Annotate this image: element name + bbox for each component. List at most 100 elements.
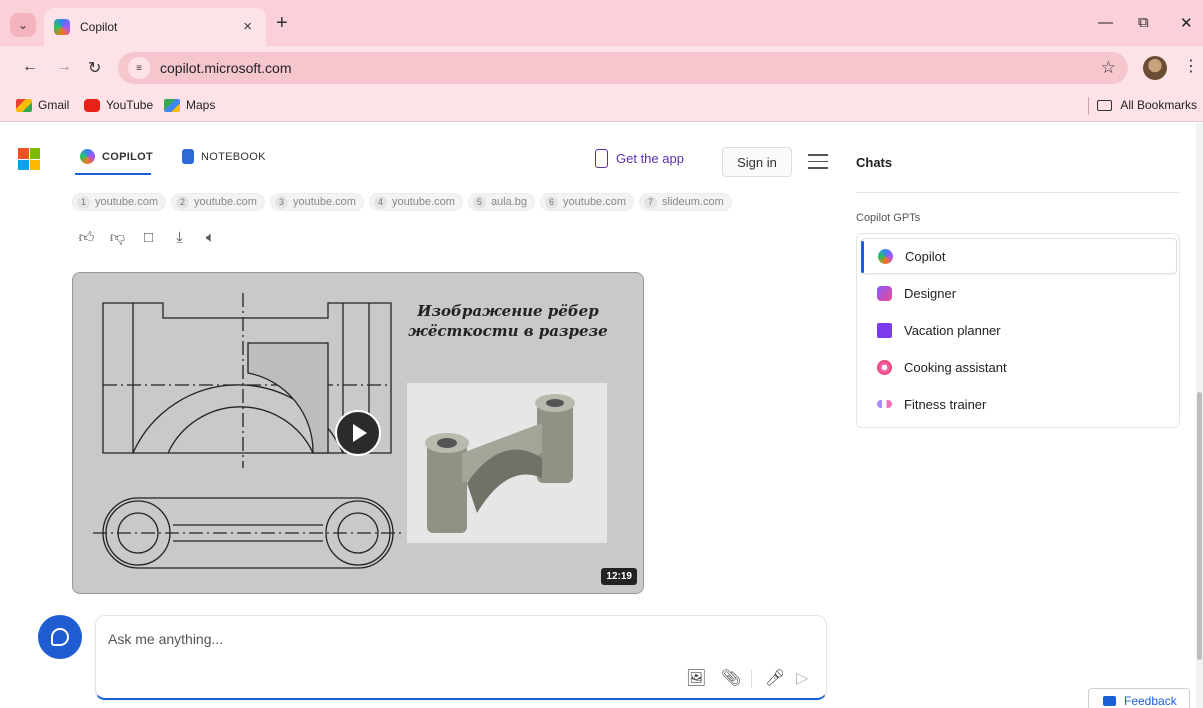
video-thumbnail[interactable]: Изображение рёбер жёсткости в разрезе 12… <box>72 272 644 594</box>
folder-icon <box>1097 99 1113 111</box>
profile-avatar[interactable] <box>1143 56 1167 80</box>
bookmarks-bar: Gmail YouTube Maps All Bookmarks <box>0 90 1203 122</box>
citation-chip[interactable]: 4 youtube.com <box>368 193 463 211</box>
new-tab-button[interactable]: + <box>276 13 288 33</box>
feedback-icon <box>1103 696 1116 706</box>
citation-chip[interactable]: 6 youtube.com <box>540 193 635 211</box>
url-text[interactable]: copilot.microsoft.com <box>160 60 291 76</box>
gpt-item-designer[interactable]: Designer <box>861 275 1177 311</box>
get-the-app-button[interactable]: Get the app <box>595 149 684 168</box>
minimize-icon[interactable]: — <box>1098 14 1113 31</box>
browser-toolbar: ← → ↻ ≡ copilot.microsoft.com ☆ ⋮ <box>0 46 1203 90</box>
chat-composer: 🖼︎ 📎︎ 🎤︎ ▷ <box>95 615 827 700</box>
hamburger-menu-icon[interactable] <box>808 154 828 174</box>
send-icon[interactable]: ▷ <box>796 668 808 688</box>
notebook-icon <box>182 149 194 164</box>
part-3d-render <box>407 383 607 543</box>
chats-heading: Chats <box>856 155 893 170</box>
gpt-label: Copilot <box>905 248 946 264</box>
download-icon[interactable]: ⤓ <box>171 229 188 246</box>
gpt-label: Vacation planner <box>904 322 1001 338</box>
copilot-page: COPILOT NOTEBOOK Get the app Sign in 1 yo… <box>0 123 1196 708</box>
feedback-button[interactable]: Feedback <box>1088 688 1190 708</box>
all-bookmarks-button[interactable]: All Bookmarks <box>1097 98 1197 112</box>
gpt-label: Cooking assistant <box>904 359 1007 375</box>
copilot-icon <box>878 248 893 264</box>
attach-icon[interactable]: 📎︎ <box>721 668 741 688</box>
active-tab-indicator <box>75 173 151 175</box>
sign-in-button[interactable]: Sign in <box>722 147 792 177</box>
all-bookmarks-label: All Bookmarks <box>1120 98 1197 112</box>
bookmark-label: Maps <box>186 98 216 112</box>
youtube-icon <box>84 98 100 112</box>
tab-copilot[interactable]: COPILOT <box>80 149 153 164</box>
citation-chip[interactable]: 5 aula.bg <box>467 193 536 211</box>
copilot-icon <box>80 149 95 164</box>
gpt-label: Designer <box>904 285 957 301</box>
bookmark-label: Gmail <box>38 98 70 112</box>
copilot-gpts-heading: Copilot GPTs <box>856 212 921 224</box>
video-duration: 12:19 <box>601 568 637 585</box>
thumbs-down-icon[interactable]: 👎︎ <box>109 229 126 246</box>
tab-search-button[interactable]: ⌄ <box>10 13 36 37</box>
gpt-item-vacation-planner[interactable]: Vacation planner <box>861 312 1177 348</box>
star-icon[interactable]: ☆ <box>1101 58 1116 78</box>
mic-icon[interactable]: 🎤︎ <box>765 668 785 688</box>
speaker-icon[interactable]: 🔈︎ <box>202 229 219 246</box>
browser-tab-copilot[interactable]: Copilot × <box>44 8 266 46</box>
gmail-icon <box>16 98 32 112</box>
cooking-icon <box>877 359 892 375</box>
chevron-down-icon: ⌄ <box>17 18 29 32</box>
citation-chip[interactable]: 2 youtube.com <box>170 193 265 211</box>
back-icon[interactable]: ← <box>22 58 38 76</box>
bookmark-youtube[interactable]: YouTube <box>84 98 153 112</box>
microsoft-logo[interactable] <box>18 148 40 170</box>
copy-icon[interactable]: □ <box>140 229 157 246</box>
new-chat-icon <box>51 628 69 646</box>
copilot-favicon-icon <box>54 19 70 35</box>
response-actions: 👍︎ 👎︎ □ ⤓ 🔈︎ <box>78 229 219 247</box>
citation-chip[interactable]: 7 slideum.com <box>639 193 732 211</box>
get-app-label: Get the app <box>616 151 684 166</box>
bookmark-gmail[interactable]: Gmail <box>16 98 69 112</box>
image-upload-icon[interactable]: 🖼︎ <box>686 668 706 688</box>
browser-tab-strip: ⌄ Copilot × + — ⧉ ✕ <box>0 0 1203 46</box>
bookmark-label: YouTube <box>106 98 154 112</box>
ask-input[interactable] <box>108 631 708 647</box>
gpt-item-copilot[interactable]: Copilot <box>861 238 1177 274</box>
maps-icon <box>164 98 180 112</box>
feedback-label: Feedback <box>1124 694 1177 708</box>
tab-label: NOTEBOOK <box>201 150 266 163</box>
composer-divider <box>751 670 752 688</box>
thumbs-up-icon[interactable]: 👍︎ <box>78 229 95 246</box>
new-topic-button[interactable] <box>38 615 82 659</box>
dumbbell-icon <box>877 400 892 408</box>
sidebar-divider <box>856 192 1180 193</box>
bookmarks-divider <box>1088 97 1089 115</box>
gpt-item-fitness-trainer[interactable]: Fitness trainer <box>861 386 1177 422</box>
gpt-label: Fitness trainer <box>904 396 987 412</box>
address-bar[interactable]: ≡ copilot.microsoft.com ☆ <box>118 52 1128 84</box>
play-icon[interactable] <box>335 410 381 456</box>
phone-icon <box>595 149 608 168</box>
tab-close-icon[interactable]: × <box>243 18 252 35</box>
tab-label: COPILOT <box>102 150 153 163</box>
restore-icon[interactable]: ⧉ <box>1138 14 1149 31</box>
bookmark-maps[interactable]: Maps <box>164 98 215 112</box>
citation-chip[interactable]: 1 youtube.com <box>72 193 166 211</box>
designer-icon <box>877 285 892 301</box>
citation-list: 1 youtube.com 2 youtube.com 3 youtube.com 4… <box>72 193 732 211</box>
gpt-item-cooking-assistant[interactable]: Cooking assistant <box>861 349 1177 385</box>
scrollbar-thumb[interactable] <box>1197 392 1202 660</box>
tab-title: Copilot <box>80 20 118 34</box>
window-close-icon[interactable]: ✕ <box>1180 14 1193 32</box>
tab-notebook[interactable]: NOTEBOOK <box>182 149 266 164</box>
citation-chip[interactable]: 3 youtube.com <box>269 193 364 211</box>
site-info-icon[interactable]: ≡ <box>128 57 150 79</box>
video-slide-title: Изображение рёбер жёсткости в разрезе <box>408 302 608 340</box>
reload-icon[interactable]: ↻ <box>88 58 101 78</box>
gpt-list: Copilot Designer Vacation planner Cookin… <box>856 233 1180 428</box>
suitcase-icon <box>877 322 892 338</box>
browser-menu-icon[interactable]: ⋮ <box>1183 56 1199 76</box>
forward-icon[interactable]: → <box>56 58 72 76</box>
